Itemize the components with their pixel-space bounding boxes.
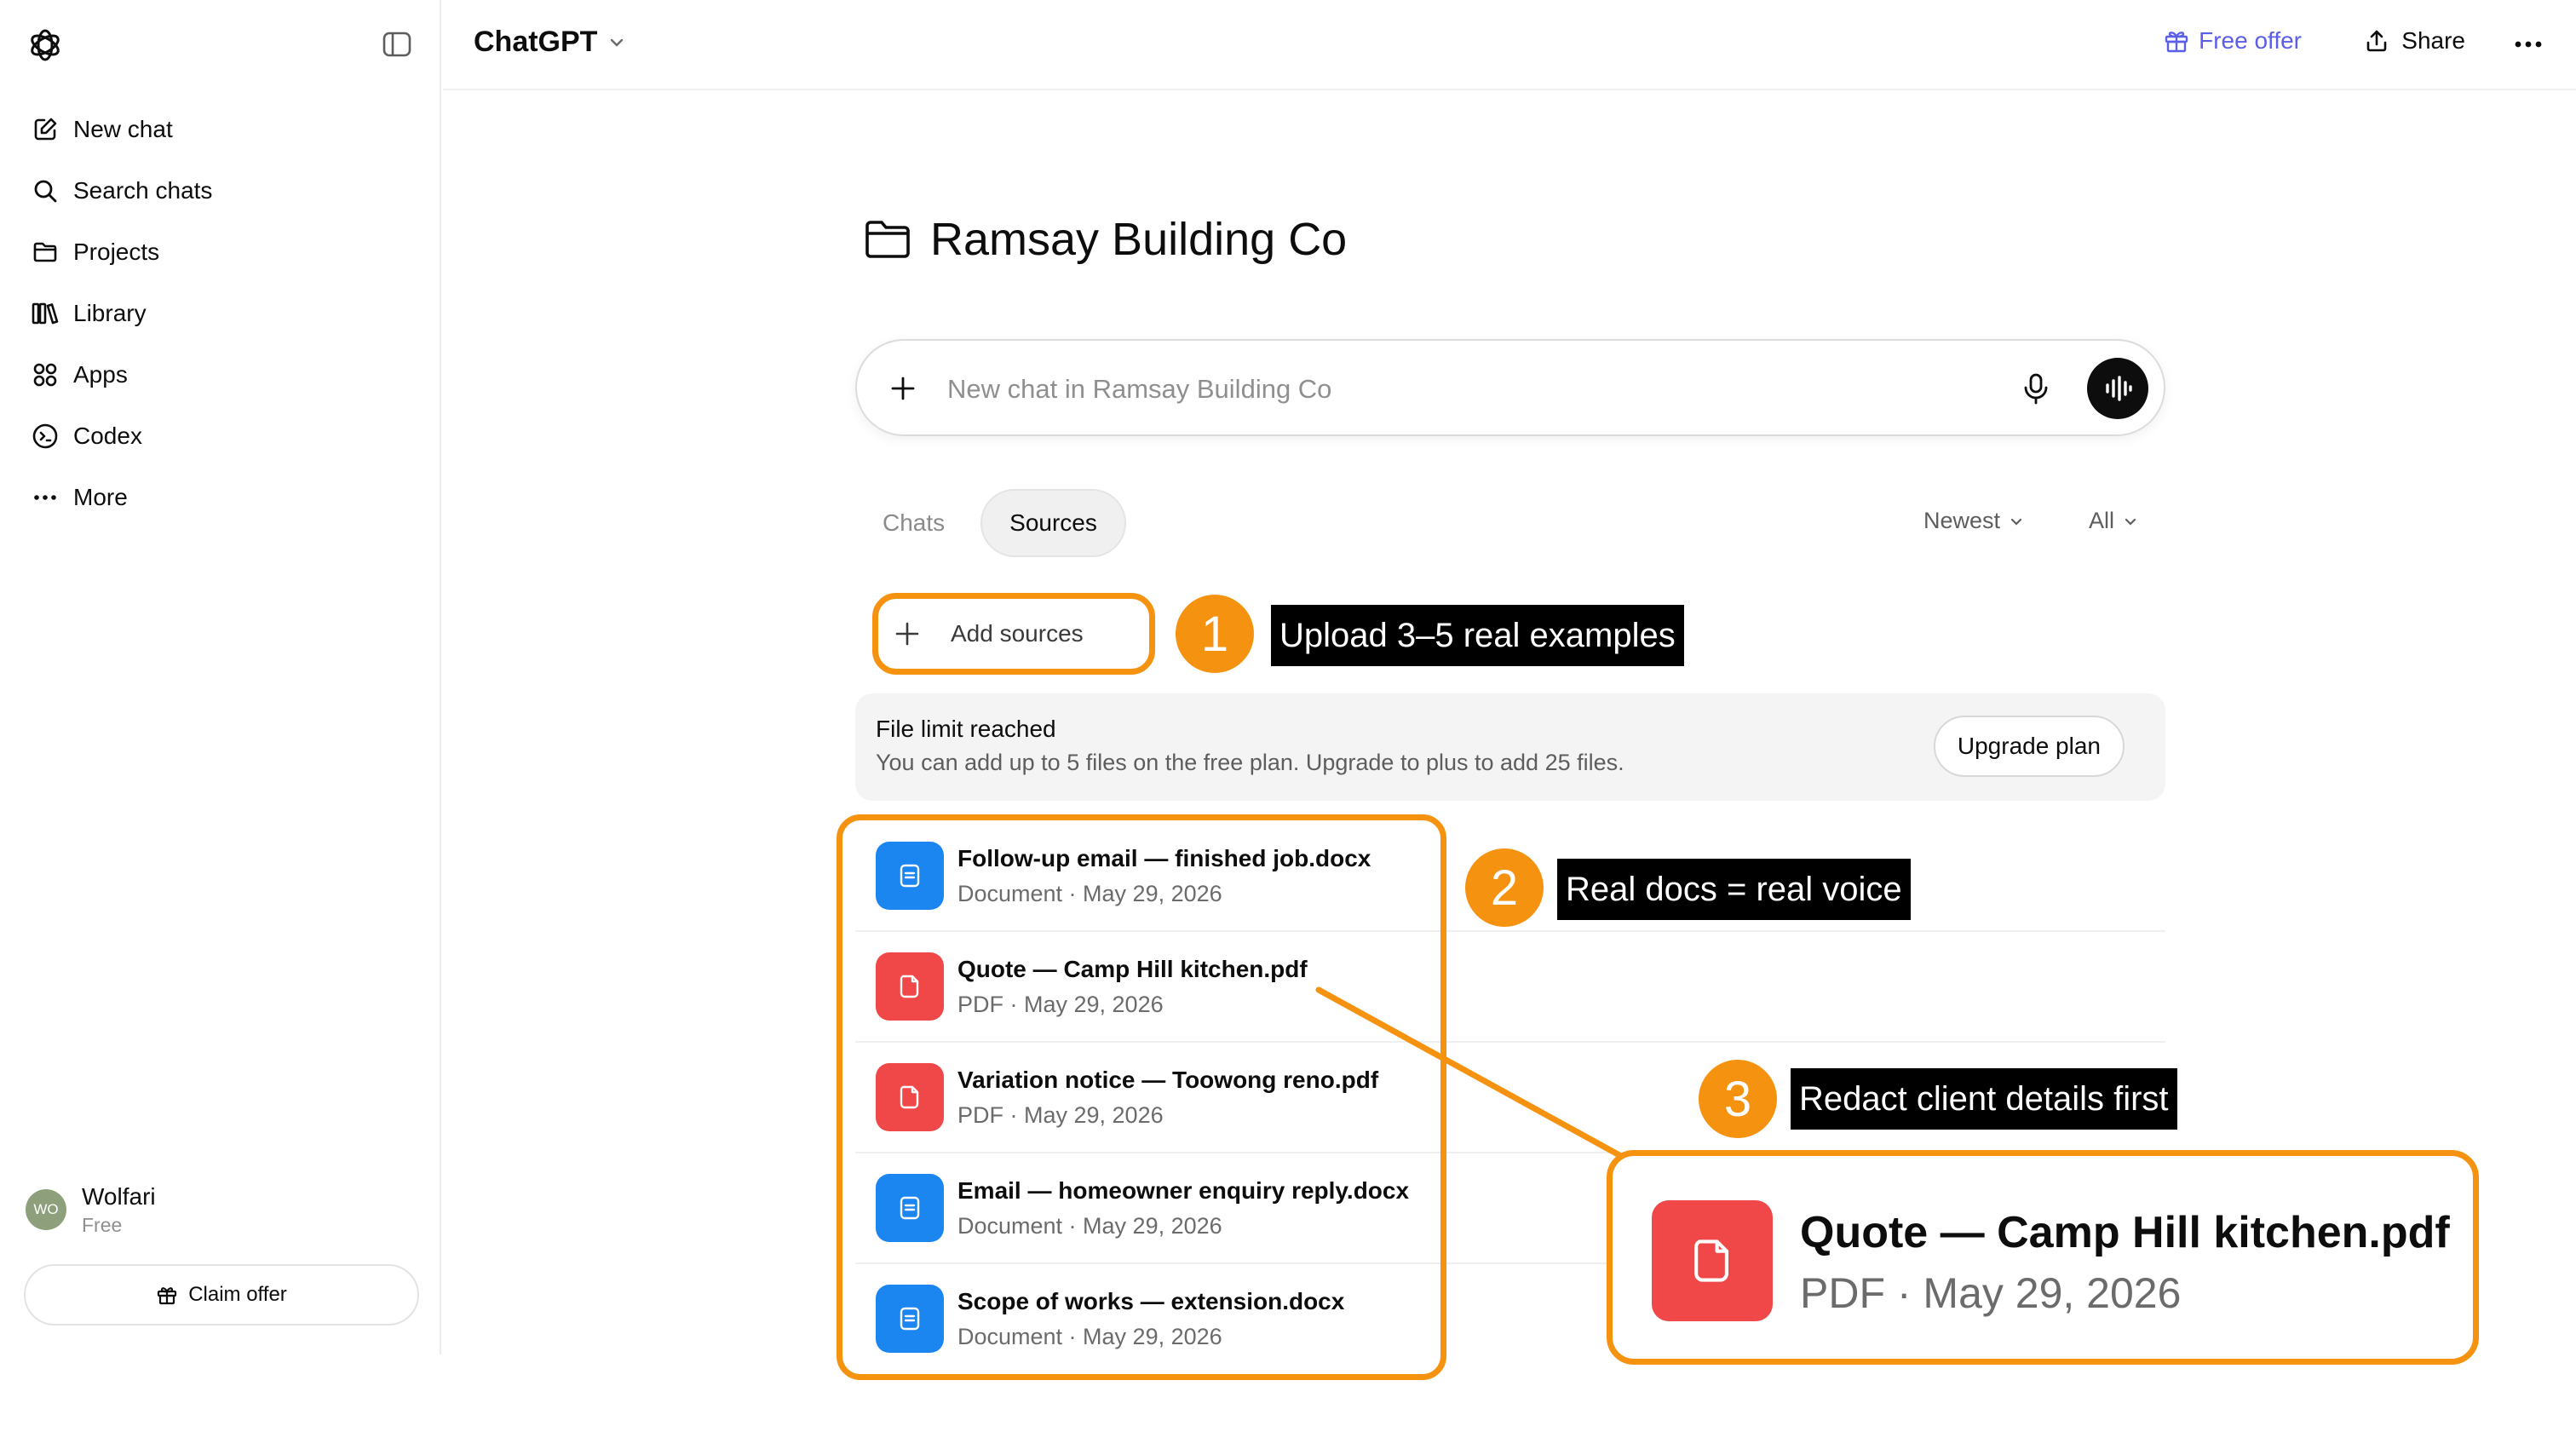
sidebar-nav: New chat Search chats Projects Library A… [15,99,428,528]
project-tabs: Chats Sources [855,489,1126,557]
sidebar-item-label: Library [73,300,147,326]
voice-mode-button[interactable] [2087,358,2148,419]
sidebar-item-label: More [73,484,128,510]
sidebar-item-label: Codex [73,423,142,449]
chat-composer [855,339,2165,436]
more-dots-icon [29,481,61,514]
sidebar-item-label: Apps [73,361,128,388]
gift-icon [2165,32,2188,53]
apps-icon [29,359,61,391]
sidebar-item-projects[interactable]: Projects [15,221,428,283]
free-offer-label: Free offer [2199,27,2302,54]
annotation-callout-3: Redact client details first [1791,1068,2177,1130]
sidebar-item-search-chats[interactable]: Search chats [15,160,428,221]
user-name: Wolfari [82,1182,156,1210]
chatgpt-logo-icon[interactable] [26,26,65,65]
file-limit-description: You can add up to 5 files on the free pl… [876,750,1624,775]
claim-offer-button[interactable]: Claim offer [24,1264,419,1326]
chevron-down-icon [2125,518,2136,526]
user-profile[interactable]: WO Wolfari Free [26,1177,156,1242]
upgrade-plan-button[interactable]: Upgrade plan [1933,716,2125,777]
sidebar-toggle-icon[interactable] [382,29,412,60]
top-header: ChatGPT Free offer Share [443,0,2576,90]
microphone-icon[interactable] [2021,371,2051,410]
sidebar-item-more[interactable]: More [15,467,428,528]
search-icon [29,175,61,207]
annotation-badge-2: 2 [1465,848,1544,927]
zoomed-file-meta: PDF · May 29, 2026 [1800,1269,2182,1317]
new-chat-icon [29,113,61,146]
share-button[interactable]: Share [2364,27,2465,55]
file-limit-banner: File limit reached You can add up to 5 f… [855,693,2165,801]
file-limit-title: File limit reached [876,716,1056,742]
sidebar-item-apps[interactable]: Apps [15,344,428,405]
project-title-text: Ramsay Building Co [930,214,1348,265]
annotation-highlight-files [837,814,1446,1380]
library-icon [29,297,61,330]
model-selector[interactable]: ChatGPT [474,26,626,59]
annotation-badge-3: 3 [1699,1060,1777,1138]
user-plan: Free [82,1213,123,1236]
folder-icon [29,236,61,268]
tab-chats[interactable]: Chats [855,489,972,557]
zoomed-file-name: Quote — Camp Hill kitchen.pdf [1800,1208,2450,1257]
waveform-icon [2106,376,2132,401]
share-label: Share [2401,27,2465,54]
chevron-down-icon [2010,518,2022,526]
sidebar-item-label: Projects [73,239,160,265]
folder-icon [865,221,910,258]
annotation-callout-2: Real docs = real voice [1557,859,1911,920]
sidebar-item-new-chat[interactable]: New chat [15,99,428,160]
new-chat-input[interactable] [947,366,1969,412]
chevron-down-icon [611,38,624,47]
share-icon [2366,30,2387,52]
annotation-highlight-add-sources [872,593,1155,675]
sort-label: Newest [1923,508,2001,533]
free-offer-button[interactable]: Free offer [2163,27,2302,55]
type-filter-label: All [2089,508,2115,533]
annotation-badge-1: 1 [1176,595,1254,673]
avatar: WO [26,1189,66,1230]
pdf-icon [1652,1200,1773,1321]
codex-icon [29,420,61,452]
plus-icon[interactable] [888,373,918,408]
tab-sources[interactable]: Sources [980,489,1126,557]
type-filter-dropdown[interactable]: All [2089,508,2138,534]
model-name: ChatGPT [474,26,598,58]
sidebar-item-label: Search chats [73,177,213,204]
sidebar-item-label: New chat [73,116,173,142]
gift-icon [156,1284,178,1306]
sort-dropdown[interactable]: Newest [1923,508,2024,534]
sidebar: New chat Search chats Projects Library A… [0,0,441,1354]
sidebar-item-library[interactable]: Library [15,283,428,344]
more-options-icon[interactable] [2511,29,2545,60]
zoomed-file-preview: Quote — Camp Hill kitchen.pdf PDF · May … [1607,1150,2479,1365]
project-title: Ramsay Building Co [864,213,1347,266]
annotation-callout-1: Upload 3–5 real examples [1271,605,1684,666]
sidebar-item-codex[interactable]: Codex [15,405,428,467]
claim-offer-label: Claim offer [188,1283,287,1306]
